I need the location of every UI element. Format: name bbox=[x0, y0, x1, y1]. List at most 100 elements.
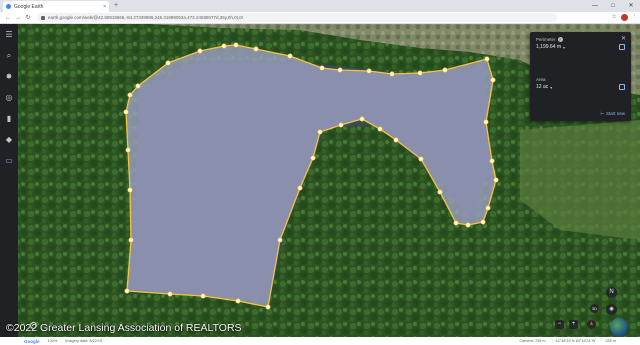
google-earth-favicon-icon bbox=[6, 4, 11, 9]
polygon-vertex-handle[interactable] bbox=[287, 53, 293, 59]
polygon-vertex-handle[interactable] bbox=[123, 109, 129, 115]
polygon-vertex-handle[interactable] bbox=[389, 71, 395, 77]
polygon-vertex-handle[interactable] bbox=[167, 291, 173, 297]
polygon-vertex-handle[interactable] bbox=[277, 237, 283, 243]
measure-icon[interactable]: ▭ bbox=[5, 154, 13, 168]
start-new-label: Start new bbox=[605, 111, 625, 116]
forward-button[interactable]: → bbox=[13, 15, 23, 21]
url-text: earth.google.com/web/@42.80918666,-84.27… bbox=[48, 15, 244, 20]
close-window-button[interactable]: ✕ bbox=[622, 0, 640, 12]
toolbar-right: ☆ ⋮ bbox=[612, 14, 637, 21]
polygon-vertex-handle[interactable] bbox=[480, 219, 486, 225]
polygon-vertex-handle[interactable] bbox=[485, 205, 491, 211]
polygon-vertex-handle[interactable] bbox=[235, 298, 241, 304]
polygon-vertex-handle[interactable] bbox=[125, 147, 131, 153]
polygon-vertex-handle[interactable] bbox=[437, 189, 443, 195]
perimeter-value: 1,199.64 m bbox=[536, 44, 562, 50]
elevation: 246 m bbox=[605, 339, 616, 343]
tab-bar: Google Earth × + — □ ✕ bbox=[0, 0, 640, 12]
polygon-vertex-handle[interactable] bbox=[484, 56, 490, 62]
area-section: Area 12 ac ▾ bbox=[536, 77, 625, 109]
perimeter-unit-dropdown[interactable]: ▾ bbox=[563, 45, 565, 50]
area-value: 12 ac bbox=[536, 84, 549, 90]
new-tab-button[interactable]: + bbox=[114, 1, 118, 11]
back-button[interactable]: ← bbox=[3, 15, 13, 21]
camera-altitude: Camera: 755 m bbox=[519, 339, 546, 343]
polygon-vertex-handle[interactable] bbox=[297, 185, 303, 191]
polygon-vertex-handle[interactable] bbox=[483, 119, 489, 125]
minimize-button[interactable]: — bbox=[586, 0, 604, 12]
layers-icon[interactable]: ◆ bbox=[6, 133, 12, 147]
polygon-vertex-handle[interactable] bbox=[221, 43, 227, 49]
mini-globe-icon[interactable] bbox=[610, 318, 628, 336]
polygon-vertex-handle[interactable] bbox=[337, 67, 343, 73]
polygon-vertex-handle[interactable] bbox=[253, 46, 259, 52]
address-bar[interactable]: earth.google.com/web/@42.80918666,-84.27… bbox=[37, 13, 557, 22]
watermark-text: ©2022 Greater Lansing Association of REA… bbox=[6, 322, 242, 334]
polygon-vertex-handle[interactable] bbox=[465, 222, 471, 228]
polygon-vertex-handle[interactable] bbox=[135, 83, 141, 89]
zoom-in-button[interactable]: + bbox=[569, 320, 578, 329]
start-new-button[interactable]: ⊢ Start new bbox=[601, 111, 626, 116]
polygon-vertex-handle[interactable] bbox=[310, 155, 316, 161]
help-icon[interactable]: ? bbox=[557, 37, 563, 42]
polygon-vertex-handle[interactable] bbox=[489, 158, 495, 164]
polygon-vertex-handle[interactable] bbox=[124, 288, 130, 294]
copy-perimeter-icon[interactable] bbox=[619, 44, 625, 50]
projects-icon[interactable]: ▮ bbox=[7, 112, 11, 126]
perimeter-label: Perimeter bbox=[536, 37, 556, 42]
area-label: Area bbox=[536, 77, 546, 82]
polygon-vertex-handle[interactable] bbox=[197, 48, 203, 54]
polygon-vertex-handle[interactable] bbox=[319, 65, 325, 71]
search-icon[interactable]: ⌕ bbox=[7, 49, 11, 63]
browser-menu-icon[interactable]: ⋮ bbox=[632, 14, 638, 21]
lock-icon bbox=[41, 15, 45, 20]
polygon-vertex-handle[interactable] bbox=[453, 220, 459, 226]
polygon-vertex-handle[interactable] bbox=[317, 129, 323, 135]
polygon-vertex-handle[interactable] bbox=[233, 42, 239, 48]
polygon-vertex-handle[interactable] bbox=[493, 177, 499, 183]
polygon-vertex-handle[interactable] bbox=[377, 126, 383, 132]
polygon-vertex-handle[interactable] bbox=[338, 122, 344, 128]
perimeter-label-row: Perimeter ? bbox=[536, 37, 625, 42]
google-logo: Google bbox=[24, 338, 40, 344]
tab-close-icon[interactable]: × bbox=[103, 4, 106, 10]
pegman-icon[interactable]: ♟ bbox=[587, 320, 596, 329]
menu-icon[interactable]: ☰ bbox=[5, 28, 12, 42]
reload-button[interactable]: ↻ bbox=[23, 14, 33, 21]
status-bar: Google 100% Imagery date: 8/22/15 Camera… bbox=[0, 337, 640, 345]
polygon-vertex-handle[interactable] bbox=[127, 187, 133, 193]
google-earth-window: Google Earth × + — □ ✕ ← → ↻ earth.googl… bbox=[0, 0, 640, 345]
polygon-vertex-handle[interactable] bbox=[418, 156, 424, 162]
close-panel-icon[interactable]: ✕ bbox=[621, 35, 626, 42]
polygon-vertex-handle[interactable] bbox=[359, 116, 365, 122]
polygon-vertex-handle[interactable] bbox=[490, 77, 496, 83]
copy-area-icon[interactable] bbox=[619, 84, 625, 90]
bookmark-star-icon[interactable]: ☆ bbox=[612, 14, 617, 21]
polygon-vertex-handle[interactable] bbox=[442, 67, 448, 73]
zoom-out-button[interactable]: − bbox=[555, 320, 564, 329]
tab-title: Google Earth bbox=[14, 3, 44, 10]
area-unit-dropdown[interactable]: ▾ bbox=[550, 85, 552, 90]
voyager-icon[interactable]: ✸ bbox=[6, 70, 13, 84]
avatar[interactable] bbox=[620, 14, 628, 21]
feeling-lucky-icon[interactable]: ◎ bbox=[6, 91, 13, 105]
tab-google-earth[interactable]: Google Earth × bbox=[3, 1, 109, 12]
view-3d-button[interactable]: 3D bbox=[590, 304, 599, 313]
maximize-button[interactable]: □ bbox=[604, 0, 622, 12]
polygon-vertex-handle[interactable] bbox=[165, 60, 171, 66]
polygon-vertex-handle[interactable] bbox=[265, 304, 271, 310]
polygon-vertex-handle[interactable] bbox=[127, 92, 133, 98]
perimeter-section: Perimeter ? 1,199.64 m ▾ bbox=[536, 37, 625, 69]
my-location-icon[interactable]: ◉ bbox=[606, 304, 617, 315]
window-controls: — □ ✕ bbox=[586, 0, 640, 12]
polygon-vertex-handle[interactable] bbox=[200, 293, 206, 299]
navigation-bar: ← → ↻ earth.google.com/web/@42.80918666,… bbox=[0, 12, 640, 24]
zoom-level: 100% bbox=[47, 339, 58, 343]
polygon-vertex-handle[interactable] bbox=[417, 70, 423, 76]
polygon-vertex-handle[interactable] bbox=[128, 237, 134, 243]
compass-icon[interactable]: N bbox=[606, 287, 617, 298]
polygon-vertex-handle[interactable] bbox=[393, 137, 399, 143]
polygon-vertex-handle[interactable] bbox=[366, 68, 372, 74]
ruler-icon: ⊢ bbox=[600, 111, 604, 116]
